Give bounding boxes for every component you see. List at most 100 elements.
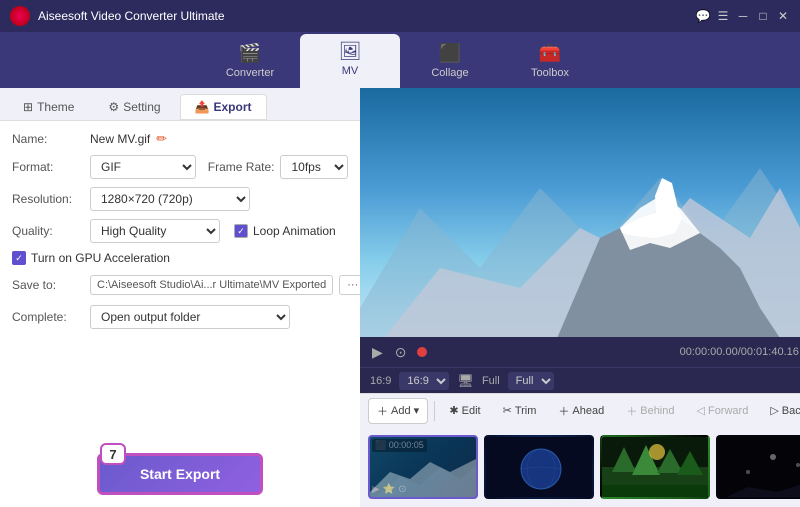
resolution-select[interactable]: 1280×720 (720p) bbox=[90, 187, 250, 211]
record-indicator bbox=[417, 347, 427, 357]
complete-select[interactable]: Open output folder bbox=[90, 305, 290, 329]
timeline-item-1[interactable]: ⬛ 00:00:05 ▶ ⭐ ⊙ bbox=[368, 435, 478, 499]
frame-rate-label: Frame Rate: bbox=[208, 160, 275, 174]
forward-label: Forward bbox=[708, 405, 748, 417]
aspect-ratio-label: 16:9 bbox=[370, 375, 391, 387]
converter-icon: 🎬 bbox=[239, 43, 261, 64]
view-mode-label: Full bbox=[482, 375, 500, 387]
gpu-label: Turn on GPU Acceleration bbox=[31, 251, 170, 265]
ahead-icon: ＋ bbox=[558, 403, 569, 419]
edit-button[interactable]: ✱ Edit bbox=[440, 399, 489, 422]
form-area: Name: New MV.gif ✏ Format: GIF Frame Rat… bbox=[0, 120, 360, 437]
sub-tab-export-label: Export bbox=[214, 100, 252, 114]
bottom-toolbar: ＋ Add ▾ ✱ Edit ✂ Trim ＋ Ahead ＋ Behind bbox=[360, 393, 800, 427]
menu-btn[interactable]: ☰ bbox=[716, 9, 730, 23]
loop-label: Loop Animation bbox=[253, 224, 336, 238]
save-row: Save to: C:\Aiseesoft Studio\Ai...r Ulti… bbox=[12, 273, 348, 297]
format-select[interactable]: GIF bbox=[90, 155, 196, 179]
timeline-item-2[interactable] bbox=[484, 435, 594, 499]
tab-toolbox-label: Toolbox bbox=[531, 67, 569, 79]
export-icon: 📤 bbox=[195, 100, 210, 114]
behind-label: Behind bbox=[640, 405, 674, 417]
video-preview: Aiseesoft bbox=[360, 88, 800, 337]
collage-icon: ⬛ bbox=[439, 43, 461, 64]
loop-checkbox[interactable]: ✓ bbox=[234, 224, 248, 238]
quality-label: Quality: bbox=[12, 224, 84, 238]
tab-converter-label: Converter bbox=[226, 67, 274, 79]
name-label: Name: bbox=[12, 132, 84, 146]
stop-button[interactable]: ⊙ bbox=[393, 344, 409, 361]
save-label: Save to: bbox=[12, 278, 84, 292]
tab-collage[interactable]: ⬛ Collage bbox=[400, 38, 500, 88]
add-button[interactable]: ＋ Add ▾ bbox=[368, 398, 428, 424]
add-dropdown-icon: ▾ bbox=[414, 404, 420, 417]
add-label: Add bbox=[391, 405, 411, 417]
gpu-checkbox[interactable]: ✓ bbox=[12, 251, 26, 265]
save-path-value: C:\Aiseesoft Studio\Ai...r Ultimate\MV E… bbox=[90, 275, 333, 295]
timeline-item-4[interactable] bbox=[716, 435, 800, 499]
setting-icon: ⚙ bbox=[108, 100, 119, 114]
timeline-item-3[interactable] bbox=[600, 435, 710, 499]
trim-button[interactable]: ✂ Trim bbox=[494, 399, 546, 422]
aspect-ratio-select[interactable]: 16:9 4:3 1:1 bbox=[399, 372, 449, 390]
video-controls: ▶ ⊙ 00:00:00.00/00:01:40.16 🔊 Start Expo… bbox=[360, 337, 800, 367]
resolution-row: Resolution: 1280×720 (720p) bbox=[12, 187, 348, 211]
forward-icon: ◁ bbox=[697, 404, 705, 417]
trim-icon: ✂ bbox=[503, 404, 512, 417]
time-current: 00:00:00.00 bbox=[680, 346, 738, 358]
timeline: ⬛ 00:00:05 ▶ ⭐ ⊙ bbox=[360, 427, 800, 507]
behind-icon: ＋ bbox=[626, 403, 637, 419]
backward-button[interactable]: ▷ Backward bbox=[761, 399, 800, 422]
close-btn[interactable]: ✕ bbox=[776, 9, 790, 23]
time-total: 00:01:40.16 bbox=[741, 346, 799, 358]
format-label: Format: bbox=[12, 160, 84, 174]
forward-button[interactable]: ◁ Forward bbox=[688, 399, 758, 422]
app-title: Aiseesoft Video Converter Ultimate bbox=[38, 9, 696, 23]
video-controls-2: 16:9 16:9 4:3 1:1 🖥 Full Full Fit bbox=[360, 367, 800, 393]
backward-label: Backward bbox=[782, 405, 800, 417]
maximize-btn[interactable]: □ bbox=[756, 9, 770, 23]
time-display: 00:00:00.00/00:01:40.16 bbox=[435, 346, 799, 358]
quality-row: Quality: High Quality ✓ Loop Animation bbox=[12, 219, 348, 243]
screen-icon: 🖥 bbox=[457, 373, 474, 389]
loop-checkbox-row: ✓ Loop Animation bbox=[234, 224, 336, 238]
view-mode-select[interactable]: Full Fit bbox=[508, 372, 554, 390]
ahead-label: Ahead bbox=[572, 405, 604, 417]
mv-icon: 🖼 bbox=[339, 41, 362, 62]
theme-icon: ⊞ bbox=[23, 100, 33, 114]
name-row: Name: New MV.gif ✏ bbox=[12, 131, 348, 147]
sub-tab-export[interactable]: 📤 Export bbox=[180, 94, 267, 120]
complete-label: Complete: bbox=[12, 310, 84, 324]
trim-label: Trim bbox=[515, 405, 537, 417]
quality-select[interactable]: High Quality bbox=[90, 219, 220, 243]
sub-tab-setting-label: Setting bbox=[123, 100, 160, 114]
backward-icon: ▷ bbox=[770, 404, 778, 417]
edit-label: Edit bbox=[462, 405, 481, 417]
sub-tab-theme[interactable]: ⊞ Theme bbox=[8, 94, 89, 120]
tab-mv[interactable]: 🖼 MV bbox=[300, 34, 400, 88]
left-panel: ⊞ Theme ⚙ Setting 📤 Export Name: New MV.… bbox=[0, 88, 360, 507]
behind-button[interactable]: ＋ Behind bbox=[617, 398, 683, 424]
titlebar: Aiseesoft Video Converter Ultimate 💬 ☰ ─… bbox=[0, 0, 800, 32]
frame-rate-select[interactable]: 10fps bbox=[280, 155, 348, 179]
sub-tab-setting[interactable]: ⚙ Setting bbox=[93, 94, 175, 120]
play-button[interactable]: ▶ bbox=[370, 344, 385, 361]
add-icon: ＋ bbox=[377, 403, 388, 419]
tab-collage-label: Collage bbox=[431, 67, 468, 79]
resolution-label: Resolution: bbox=[12, 192, 84, 206]
name-value: New MV.gif bbox=[90, 132, 150, 146]
nav-tabs: 🎬 Converter 🖼 MV ⬛ Collage 🧰 Toolbox bbox=[0, 32, 800, 88]
export-btn-area: 7 Start Export bbox=[0, 437, 360, 507]
chat-btn[interactable]: 💬 bbox=[696, 9, 710, 23]
edit-name-icon[interactable]: ✏ bbox=[156, 131, 167, 147]
main-content: ⊞ Theme ⚙ Setting 📤 Export Name: New MV.… bbox=[0, 88, 800, 507]
save-dots-button[interactable]: ··· bbox=[339, 275, 360, 295]
toolbox-icon: 🧰 bbox=[539, 43, 561, 64]
gpu-row: ✓ Turn on GPU Acceleration bbox=[12, 251, 348, 265]
window-controls: 💬 ☰ ─ □ ✕ bbox=[696, 9, 790, 23]
minimize-btn[interactable]: ─ bbox=[736, 9, 750, 23]
tab-toolbox[interactable]: 🧰 Toolbox bbox=[500, 38, 600, 88]
tab-converter[interactable]: 🎬 Converter bbox=[200, 38, 300, 88]
app-logo bbox=[10, 6, 30, 26]
ahead-button[interactable]: ＋ Ahead bbox=[549, 398, 613, 424]
